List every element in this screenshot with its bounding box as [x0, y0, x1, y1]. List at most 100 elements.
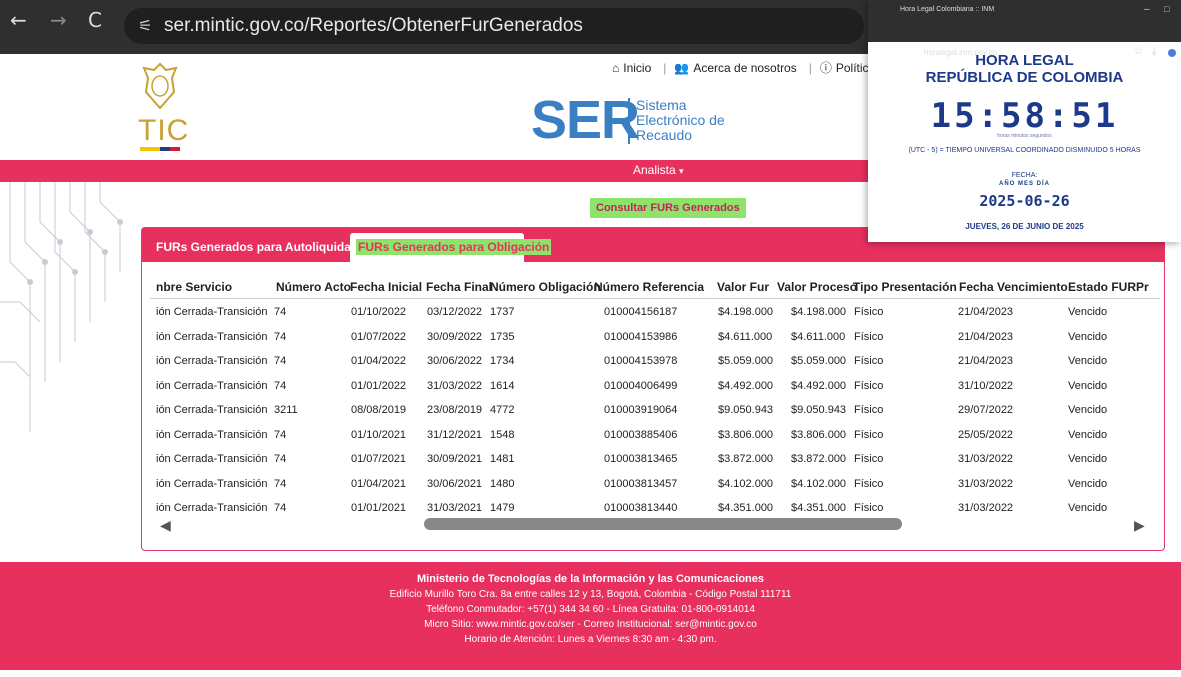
table-cell: Vencido [1068, 306, 1108, 318]
column-header[interactable]: Valor Proceso [777, 280, 857, 294]
clock-window-titlebar: Hora Legal Colombiana :: INM – □ [868, 0, 1181, 22]
table-cell: 1734 [490, 355, 515, 367]
table-cell: $9.050.943 [718, 404, 774, 416]
clock-tab-title[interactable]: Hora Legal Colombiana :: INM [900, 6, 994, 13]
table-cell: Físico [854, 330, 884, 343]
table-cell: 74 [274, 477, 287, 490]
table-cell: 30/06/2022 [427, 355, 483, 367]
table-cell: 01/07/2021 [351, 453, 407, 465]
table-cell: ión Cerrada-Transición [156, 404, 268, 416]
home-icon: ⌂ [612, 61, 620, 75]
nav-inicio[interactable]: Inicio [623, 61, 651, 75]
table-cell: ión Cerrada-Transición [156, 306, 268, 318]
table-cell: 1479 [490, 502, 515, 514]
table-cell: $3.872.000 [718, 453, 774, 465]
column-header[interactable]: nbre Servicio [156, 280, 232, 294]
scroll-left-icon[interactable]: ◀ [160, 517, 171, 534]
table-cell: 31/03/2022 [427, 379, 483, 392]
clock-utc: (UTC - 5) = TIEMPO UNIVERSAL COORDINADO … [908, 147, 1141, 154]
clock-title-1: HORA LEGAL [975, 52, 1074, 69]
scroll-right-icon[interactable]: ▶ [1134, 517, 1145, 534]
url-text[interactable]: ser.mintic.gov.co/Reportes/ObtenerFurGen… [164, 15, 583, 37]
table-row: ión Cerrada-Transición 3211 08/08/2019 23/0… [150, 398, 1160, 422]
table-cell: Vencido [1068, 477, 1108, 490]
footer-hours: Horario de Atención: Lunes a Viernes 8:3… [464, 634, 717, 645]
table-cell: Físico [854, 453, 884, 465]
table-cell: $4.198.000 [718, 306, 774, 318]
role-menu[interactable]: Analista ▾ [633, 163, 684, 177]
table-cell: 010004006499 [604, 379, 678, 392]
column-header[interactable]: Valor Fur [717, 280, 769, 294]
nav-divider: | [663, 61, 667, 75]
back-icon[interactable]: ← [10, 8, 27, 32]
table-cell: $3.806.000 [718, 428, 774, 441]
table-cell: 1614 [490, 379, 515, 392]
table-cell: ión Cerrada-Transición [156, 477, 268, 490]
table-cell: 010004156187 [604, 306, 678, 318]
horizontal-scrollbar-thumb[interactable] [424, 518, 902, 530]
table-cell: $5.059.000 [718, 355, 774, 367]
table-cell: $3.872.000 [791, 453, 847, 465]
table-cell: ión Cerrada-Transición [156, 428, 268, 441]
table-cell: 31/12/2021 [427, 428, 483, 441]
column-header[interactable]: Pr [1136, 280, 1149, 294]
table-cell: Físico [854, 306, 884, 318]
table-cell: 1737 [490, 306, 515, 318]
minimize-icon[interactable]: – [1144, 4, 1150, 15]
nav-divider: | [808, 61, 812, 75]
table-cell: Vencido [1068, 428, 1108, 441]
table-cell: $4.102.000 [718, 477, 774, 490]
flag-stripe [140, 147, 180, 151]
forward-icon[interactable]: → [50, 8, 67, 32]
column-header[interactable]: Número Acto [276, 280, 351, 294]
column-header[interactable]: Número Obligación [490, 280, 601, 294]
table-cell: 23/08/2019 [427, 404, 483, 416]
table-cell: Físico [854, 477, 884, 490]
column-header[interactable]: Número Referencia [594, 280, 704, 294]
page-title: Consultar FURs Generados [590, 198, 746, 218]
column-header[interactable]: Fecha Final [426, 280, 492, 294]
table-cell: 01/04/2022 [351, 355, 407, 367]
table-cell: 1480 [490, 477, 515, 490]
clock-fecha-label: FECHA: [1011, 172, 1038, 179]
table-cell: 74 [274, 453, 287, 465]
maximize-icon[interactable]: □ [1164, 4, 1169, 14]
table-cell: ión Cerrada-Transición [156, 330, 268, 343]
column-header[interactable]: Tipo Presentación [853, 280, 957, 294]
table-cell: 74 [274, 355, 287, 367]
table-cell: Físico [854, 428, 884, 441]
table-cell: 1735 [490, 330, 515, 343]
table-cell: 010004153978 [604, 355, 678, 367]
table-cell: 010003813440 [604, 502, 678, 514]
site-settings-icon[interactable]: ⚟ [138, 16, 152, 35]
table-cell: $4.198.000 [791, 306, 847, 318]
table-cell: ión Cerrada-Transición [156, 379, 268, 392]
table-cell: 21/04/2023 [958, 330, 1014, 343]
tab-obligacion[interactable]: FURs Generados para Obligación [350, 233, 552, 262]
table-cell: 01/04/2021 [351, 477, 407, 490]
column-header[interactable]: Fecha Vencimiento [959, 280, 1068, 294]
column-header[interactable]: Fecha Inicial [350, 280, 422, 294]
table-cell: $4.611.000 [718, 330, 773, 343]
table-cell: 01/10/2022 [351, 306, 407, 318]
table-cell: 4772 [490, 404, 515, 416]
tab-autoliquidacion[interactable]: FURs Generados para Autoliquidación [156, 240, 376, 254]
table-cell: 29/07/2022 [958, 404, 1014, 416]
table-cell: 31/03/2022 [958, 477, 1014, 490]
header-divider [150, 298, 1160, 299]
table-cell: ión Cerrada-Transición [156, 355, 268, 367]
circuit-decoration [0, 182, 123, 432]
table-cell: 010003813465 [604, 453, 678, 465]
table-row: ión Cerrada-Transición 74 01/07/2021 30/09/… [150, 447, 1160, 471]
footer-phone: Teléfono Conmutador: +57(1) 344 34 60 - … [426, 604, 755, 615]
column-header[interactable]: Estado FUR [1068, 280, 1136, 294]
table-cell: 74 [274, 379, 287, 392]
table-cell: Vencido [1068, 502, 1108, 514]
address-bar[interactable]: ⚟ ser.mintic.gov.co/Reportes/ObtenerFurG… [124, 8, 864, 44]
reload-icon[interactable]: C [88, 8, 102, 32]
footer-address: Edificio Murillo Toro Cra. 8a entre call… [389, 589, 792, 600]
clock-address-bar: horalegal.inm.gov.co ☆ ⤓ [868, 22, 1181, 57]
table-cell: $4.492.000 [718, 379, 774, 392]
nav-acerca[interactable]: Acerca de nosotros [693, 61, 796, 75]
clock-date-units: AÑO MES DÍA [998, 181, 1050, 187]
